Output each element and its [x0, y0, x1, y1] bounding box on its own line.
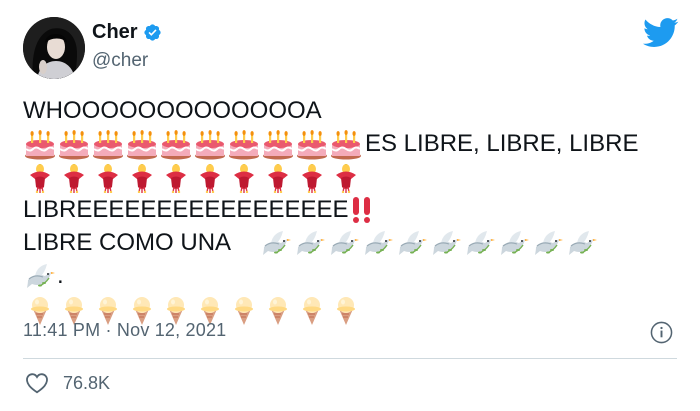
tweet-line-6-text: . — [57, 262, 64, 289]
birthday-cake-icon — [159, 129, 193, 160]
ice-cream-cone-icon — [329, 295, 363, 325]
dove-icon — [429, 229, 463, 259]
tweet-line-3 — [23, 160, 663, 193]
tweet-line-2: ES LIBRE, LIBRE, LIBRE — [23, 127, 663, 160]
like-action[interactable]: 76.8K — [25, 372, 110, 394]
info-icon[interactable] — [650, 321, 673, 344]
ice-cream-cone-icon — [227, 295, 261, 325]
tweet-text: WHOOOOOOOOOOOOOA ES LIBRE, LIBRE, LIBRE … — [23, 94, 663, 325]
dove-emoji-row — [259, 226, 599, 259]
dove-icon — [327, 229, 361, 259]
fuchsia-flower-icon — [159, 163, 193, 193]
avatar[interactable] — [23, 17, 85, 79]
dove-emoji-row-end — [23, 259, 57, 292]
dove-icon — [259, 229, 293, 259]
birthday-cake-icon — [227, 129, 261, 160]
tweet-card: Cher @cher WHOOOOOOOOOOOOOA ES LIBRE, LI… — [0, 0, 700, 411]
dove-icon — [531, 229, 565, 259]
birthday-cake-icon — [91, 129, 125, 160]
fuchsia-flower-icon — [329, 163, 363, 193]
birthday-cake-icon — [193, 129, 227, 160]
fuchsia-flower-icon — [227, 163, 261, 193]
fuchsia-emoji-row — [23, 160, 363, 193]
birthday-cake-icon — [261, 129, 295, 160]
tweet-line-4: LIBREEEEEEEEEEEEEEEEE — [23, 193, 663, 226]
dove-icon — [23, 262, 57, 292]
ice-cream-cone-icon — [261, 295, 295, 325]
fuchsia-flower-icon — [295, 163, 329, 193]
author-handle[interactable]: @cher — [92, 50, 148, 72]
dove-icon — [293, 229, 327, 259]
twitter-bird-icon[interactable] — [643, 18, 679, 48]
tweet-line-1: WHOOOOOOOOOOOOOA — [23, 97, 322, 124]
heart-icon[interactable] — [25, 372, 49, 394]
birthday-cake-icon — [125, 129, 159, 160]
tweet-line-6: . — [23, 259, 663, 292]
tweet-line-5: LIBRE COMO UNA — [23, 226, 663, 259]
like-count[interactable]: 76.8K — [63, 373, 110, 394]
tweet-timestamp[interactable]: 11:41 PM · Nov 12, 2021 — [23, 320, 226, 341]
fuchsia-flower-icon — [23, 163, 57, 193]
tweet-line-2-text: ES LIBRE, LIBRE, LIBRE — [365, 130, 639, 157]
dove-icon — [395, 229, 429, 259]
dove-icon — [497, 229, 531, 259]
fuchsia-flower-icon — [193, 163, 227, 193]
tweet-line-5-text: LIBRE COMO UNA — [23, 229, 232, 256]
dove-icon — [361, 229, 395, 259]
author-name-row[interactable]: Cher — [92, 21, 162, 44]
cake-emoji-row — [23, 127, 363, 160]
dove-icon — [565, 229, 599, 259]
verified-badge-icon — [143, 24, 161, 41]
display-name[interactable]: Cher — [92, 21, 138, 44]
dove-icon — [463, 229, 497, 259]
birthday-cake-icon — [57, 129, 91, 160]
fuchsia-flower-icon — [91, 163, 125, 193]
birthday-cake-icon — [23, 129, 57, 160]
birthday-cake-icon — [329, 129, 363, 160]
fuchsia-flower-icon — [261, 163, 295, 193]
ice-cream-cone-icon — [295, 295, 329, 325]
double-exclamation-icon — [349, 195, 375, 225]
divider — [23, 358, 677, 359]
birthday-cake-icon — [295, 129, 329, 160]
fuchsia-flower-icon — [125, 163, 159, 193]
tweet-line-4-text: LIBREEEEEEEEEEEEEEEEE — [23, 196, 349, 223]
fuchsia-flower-icon — [57, 163, 91, 193]
